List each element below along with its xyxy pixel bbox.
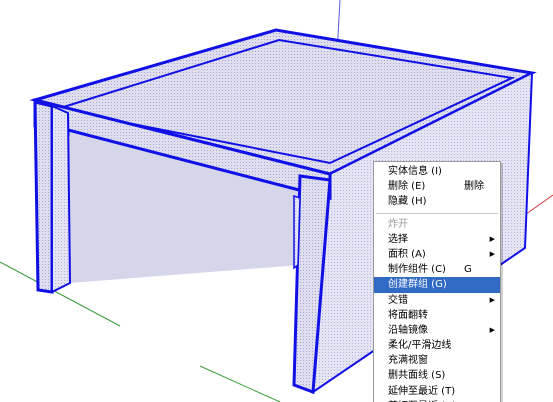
menu-item-label: 将面翻转	[388, 309, 428, 321]
submenu-arrow-icon: ▶	[489, 325, 495, 334]
menu-item-label: 面积 (A)	[388, 248, 426, 260]
menu-item[interactable]: 删除 (E) 删除	[374, 179, 500, 194]
menu-item[interactable]: 沿轴镜像 ▶	[374, 323, 500, 338]
menu-item-label: 删除 (E)	[388, 181, 426, 193]
menu-item[interactable]: 制作组件 (C) G	[374, 262, 500, 277]
menu-item-label: 炸开	[388, 218, 408, 230]
context-menu: 实体信息 (I) 删除 (E) 删除隐藏 (H) 炸开选择 ▶ 面积 (A) ▶ 制作组件 (…	[373, 161, 501, 402]
submenu-arrow-icon: ▶	[489, 295, 495, 304]
menu-item-label: 实体信息 (I)	[388, 166, 442, 177]
menu-item[interactable]: 交错 ▶	[374, 293, 500, 308]
menu-item-label: 沿轴镜像	[388, 324, 428, 336]
menu-item-shortcut: G	[464, 264, 472, 276]
menu-item[interactable]: 充满视窗	[374, 353, 500, 368]
menu-item[interactable]: 柔化/平滑边线	[374, 338, 500, 353]
left-leg-side[interactable]	[51, 104, 72, 294]
menu-item-label: 隐藏 (H)	[388, 196, 427, 208]
modeling-viewport[interactable]: 实体信息 (I) 删除 (E) 删除隐藏 (H) 炸开选择 ▶ 面积 (A) ▶ 制作组件 (…	[0, 0, 553, 402]
menu-item[interactable]: 创建群组 (G)	[374, 277, 500, 293]
menu-item-label: 延伸至最近 (T)	[388, 385, 456, 397]
left-leg-front[interactable]	[33, 100, 54, 294]
menu-item[interactable]: 将面翻转	[374, 308, 500, 323]
menu-item: 炸开	[374, 217, 500, 232]
green-axis-far	[199, 365, 281, 402]
menu-item-label: 创建群组 (G)	[388, 279, 447, 291]
menu-item-label: 删共面线 (S)	[388, 370, 446, 382]
submenu-arrow-icon: ▶	[489, 234, 495, 243]
menu-item[interactable]: 删共面线 (S)	[374, 368, 500, 383]
menu-item[interactable]: 延伸至最近 (T)	[374, 384, 500, 399]
menu-item-shortcut: 删除	[464, 181, 484, 193]
menu-item-label: 选择	[388, 233, 408, 245]
menu-item-label: 柔化/平滑边线	[388, 340, 452, 352]
menu-item[interactable]: 选择 ▶	[374, 232, 500, 247]
submenu-arrow-icon: ▶	[489, 249, 495, 258]
menu-item-label: 充满视窗	[388, 355, 428, 367]
menu-item[interactable]: 隐藏 (H)	[374, 194, 500, 209]
menu-item-label: 交错	[388, 294, 408, 306]
menu-item[interactable]: 实体信息 (I)	[374, 164, 500, 179]
menu-separator	[376, 212, 498, 214]
menu-item-label: 制作组件 (C)	[388, 264, 446, 276]
menu-item[interactable]: 面积 (A) ▶	[374, 247, 500, 262]
